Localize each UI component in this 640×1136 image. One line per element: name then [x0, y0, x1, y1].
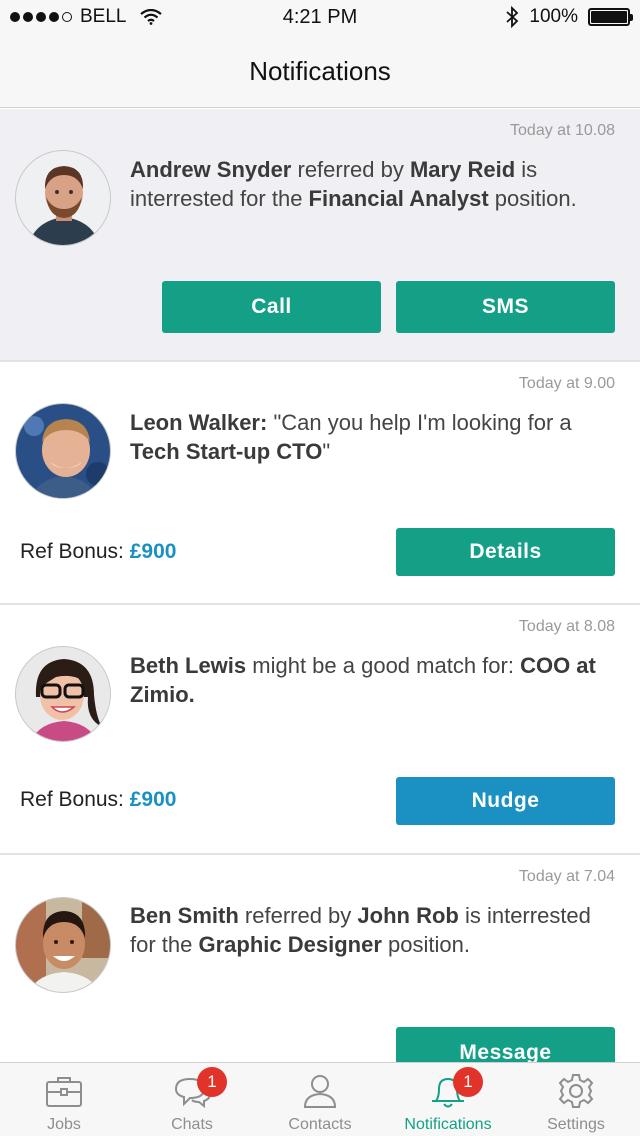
notification-time: Today at 8.08 — [518, 618, 615, 635]
message-text: position. — [381, 932, 470, 957]
bluetooth-icon — [506, 6, 519, 28]
candidate-name: Andrew Snyder — [130, 157, 292, 182]
chats-badge: 1 — [197, 1067, 227, 1097]
position-name: Graphic Designer — [198, 932, 382, 957]
notification-message: Beth Lewis might be a good match for: CO… — [130, 651, 620, 709]
notification-message: Leon Walker: "Can you help I'm looking f… — [130, 408, 620, 466]
avatar[interactable] — [15, 646, 111, 742]
details-button[interactable]: Details — [396, 528, 615, 576]
avatar-photo-andrew — [16, 151, 110, 245]
status-bar: BELL 4:21 PM 100% — [0, 0, 640, 36]
notification-card: Today at 10.08 Andrew Snyder referred by… — [0, 109, 640, 362]
referrer-name: Mary Reid — [409, 157, 516, 182]
navigation-bar: Notifications — [0, 36, 640, 108]
message-text: "Can you help I'm looking for a — [267, 410, 572, 435]
ref-bonus: Ref Bonus: £900 — [20, 788, 176, 812]
ref-bonus-amount: £900 — [129, 540, 177, 563]
notification-card: Today at 8.08 Beth Lewis might be a good… — [0, 605, 640, 855]
tab-label: Chats — [171, 1116, 213, 1133]
ref-bonus-label: Ref Bonus: — [20, 788, 130, 811]
message-text: might be a good match for: — [246, 653, 521, 678]
notification-card: Today at 7.04 Ben Smith referred by John… — [0, 855, 640, 1062]
page-title: Notifications — [249, 56, 391, 86]
ref-bonus: Ref Bonus: £900 — [20, 540, 176, 564]
call-button[interactable]: Call — [162, 281, 381, 333]
battery-percent: 100% — [529, 6, 578, 27]
role-name: Tech Start-up CTO — [130, 439, 323, 464]
message-text: " — [322, 439, 331, 464]
avatar-photo-ben — [16, 898, 110, 992]
contact-name: Leon Walker: — [130, 410, 268, 435]
ref-bonus-label: Ref Bonus: — [20, 540, 130, 563]
tab-label: Contacts — [288, 1116, 352, 1133]
avatar[interactable] — [15, 897, 111, 993]
status-right: 100% — [505, 6, 633, 28]
tab-contacts[interactable]: Contacts — [256, 1063, 384, 1136]
candidate-name: Ben Smith — [130, 903, 239, 928]
notifications-feed[interactable]: Today at 10.08 Andrew Snyder referred by… — [0, 109, 640, 1062]
position-name: Financial Analyst — [308, 186, 489, 211]
battery-icon — [588, 8, 633, 26]
notification-message: Ben Smith referred by John Rob is interr… — [130, 901, 620, 959]
avatar[interactable] — [15, 150, 111, 246]
briefcase-icon — [46, 1077, 82, 1107]
avatar-photo-beth — [16, 647, 110, 741]
notification-time: Today at 10.08 — [510, 122, 615, 139]
message-text: referred by — [291, 157, 410, 182]
notification-card: Today at 9.00 Leon Walker: "Can you help… — [0, 362, 640, 605]
tab-jobs[interactable]: Jobs — [0, 1063, 128, 1136]
message-text: position. — [488, 186, 577, 211]
message-button[interactable]: Message — [396, 1027, 615, 1062]
tab-bar: Jobs 1 Chats Contacts 1 Notifications Se… — [0, 1062, 640, 1136]
tab-label: Notifications — [404, 1116, 492, 1133]
gear-icon — [558, 1074, 594, 1108]
notification-time: Today at 9.00 — [518, 375, 615, 392]
notification-time: Today at 7.04 — [518, 868, 615, 885]
referrer-name: John Rob — [357, 903, 459, 928]
candidate-name: Beth Lewis — [130, 653, 247, 678]
sms-button[interactable]: SMS — [396, 281, 615, 333]
tab-label: Settings — [547, 1116, 605, 1133]
avatar-photo-leon — [16, 404, 110, 498]
avatar[interactable] — [15, 403, 111, 499]
notification-message: Andrew Snyder referred by Mary Reid is i… — [130, 155, 620, 213]
message-text: referred by — [238, 903, 358, 928]
tab-label: Jobs — [47, 1116, 81, 1133]
tab-notifications[interactable]: 1 Notifications — [384, 1063, 512, 1136]
tab-settings[interactable]: Settings — [512, 1063, 640, 1136]
nudge-button[interactable]: Nudge — [396, 777, 615, 825]
person-icon — [303, 1075, 337, 1108]
notifications-badge: 1 — [453, 1067, 483, 1097]
ref-bonus-amount: £900 — [129, 788, 177, 811]
tab-chats[interactable]: 1 Chats — [128, 1063, 256, 1136]
